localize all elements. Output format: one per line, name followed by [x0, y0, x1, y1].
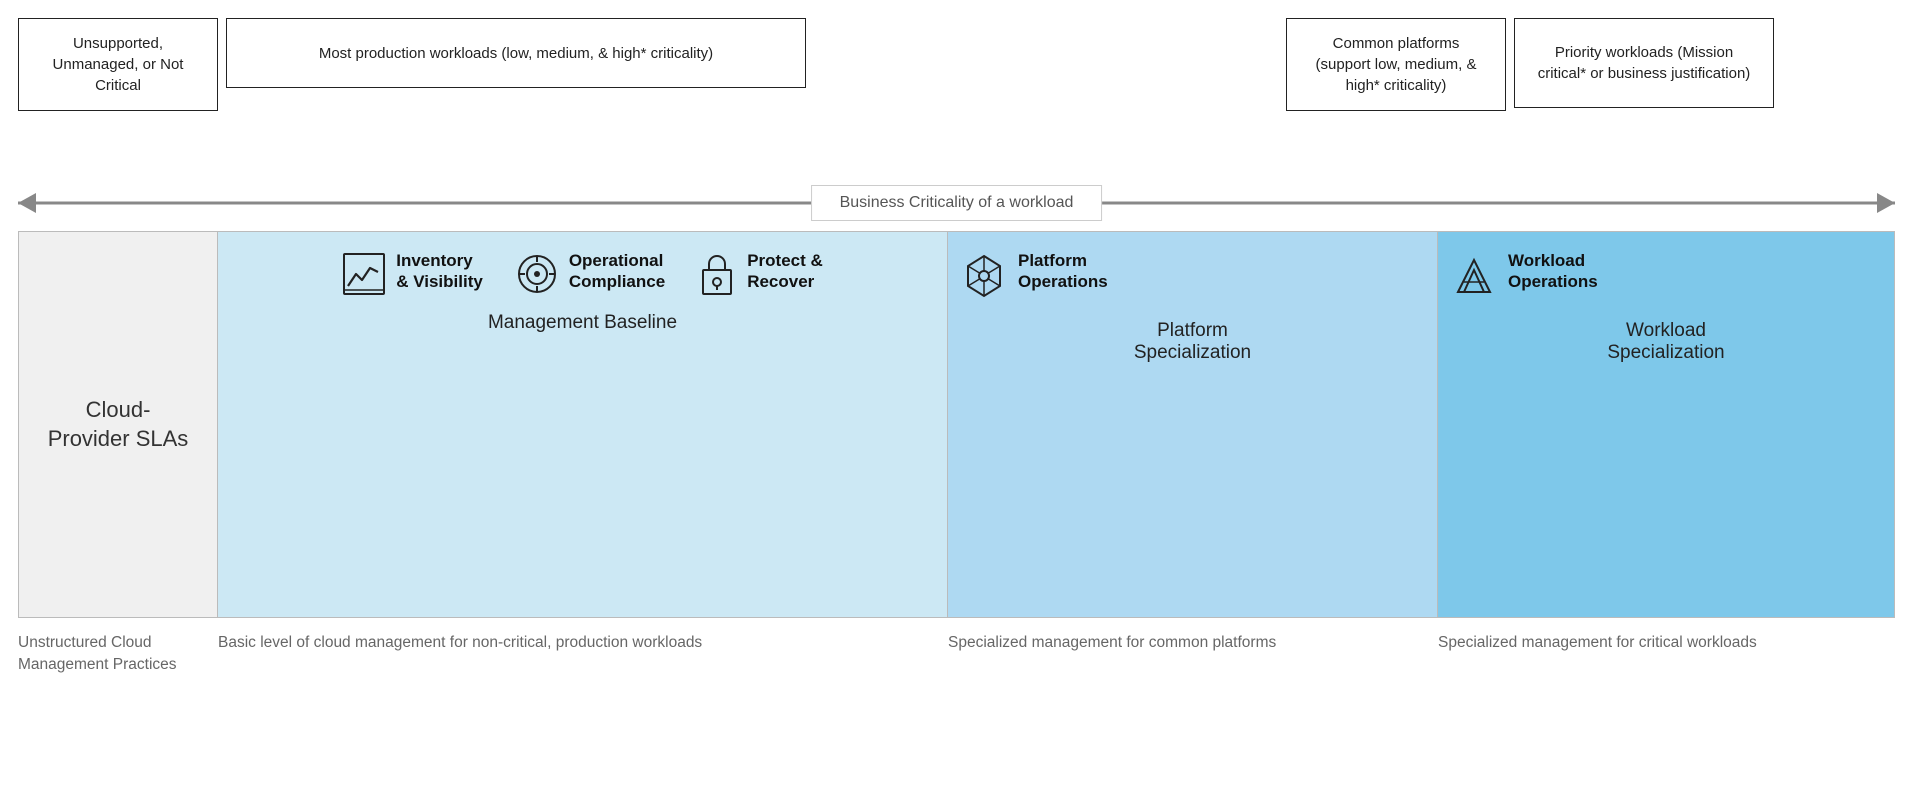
- protect-recover-label: Protect & Recover: [747, 250, 823, 293]
- protect-recover-item: Protect & Recover: [697, 250, 823, 298]
- arrow-label-box: Business Criticality of a workload: [811, 185, 1103, 221]
- main-section: Cloud- Provider SLAs Inventory & Visibil…: [0, 231, 1913, 618]
- col-platform-specialization: Platform Operations Platform Specializat…: [948, 231, 1438, 618]
- management-baseline-sublabel: Management Baseline: [488, 312, 677, 334]
- col-cloud-provider-slas: Cloud- Provider SLAs: [18, 231, 218, 618]
- top-box-production: Most production workloads (low, medium, …: [226, 18, 806, 88]
- col0-title: Cloud- Provider SLAs: [48, 396, 189, 453]
- platform-operations-label: Platform Operations: [1018, 250, 1108, 293]
- workload-operations-item: Workload Operations: [1450, 250, 1598, 300]
- top-box-common-platforms: Common platforms (support low, medium, &…: [1286, 18, 1506, 111]
- bottom-specialized-critical-text: Specialized management for critical work…: [1438, 634, 1757, 651]
- inventory-visibility-item: Inventory & Visibility: [342, 250, 483, 296]
- top-box-unsupported: Unsupported, Unmanaged, or Not Critical: [18, 18, 218, 111]
- icons-row-baseline: Inventory & Visibility Operational Compl…: [230, 250, 935, 298]
- platform-ops-title-row: Platform Operations: [960, 250, 1425, 306]
- workload-ops-title-row: Workload Operations: [1450, 250, 1882, 306]
- bottom-basic-level: Basic level of cloud management for non-…: [218, 632, 948, 793]
- operational-compliance-icon: [515, 252, 559, 296]
- workload-operations-label: Workload Operations: [1508, 250, 1598, 293]
- col-workload-specialization: Workload Operations Workload Specializat…: [1438, 231, 1895, 618]
- inventory-visibility-label: Inventory & Visibility: [396, 250, 483, 293]
- platform-operations-item: Platform Operations: [960, 250, 1108, 300]
- bottom-specialized-critical: Specialized management for critical work…: [1438, 632, 1895, 793]
- col-management-baseline: Inventory & Visibility Operational Compl…: [218, 231, 948, 618]
- protect-recover-icon: [697, 252, 737, 298]
- bottom-unstructured-text: Unstructured Cloud Management Practices: [18, 634, 177, 673]
- workload-operations-icon: [1450, 252, 1498, 300]
- top-box-unsupported-text: Unsupported, Unmanaged, or Not Critical: [37, 33, 199, 96]
- arrow-label-text: Business Criticality of a workload: [840, 194, 1074, 211]
- bottom-unstructured: Unstructured Cloud Management Practices: [18, 632, 218, 793]
- operational-compliance-label: Operational Compliance: [569, 250, 665, 293]
- bottom-section: Unstructured Cloud Management Practices …: [0, 618, 1913, 803]
- top-box-priority-workloads: Priority workloads (Mission critical* or…: [1514, 18, 1774, 108]
- arrow-right-head: [1877, 193, 1895, 213]
- bottom-specialized-platforms-text: Specialized management for common platfo…: [948, 634, 1276, 651]
- top-box-production-text: Most production workloads (low, medium, …: [319, 43, 713, 64]
- top-box-common-platforms-text: Common platforms (support low, medium, &…: [1305, 33, 1487, 96]
- top-box-priority-workloads-text: Priority workloads (Mission critical* or…: [1533, 42, 1755, 84]
- platform-specialization-sublabel: Platform Specialization: [1134, 320, 1251, 364]
- inventory-visibility-icon: [342, 252, 386, 296]
- bottom-basic-level-text: Basic level of cloud management for non-…: [218, 634, 702, 651]
- arrow-row: Business Criticality of a workload: [0, 175, 1913, 231]
- workload-specialization-sublabel: Workload Specialization: [1607, 320, 1724, 364]
- top-section: Unsupported, Unmanaged, or Not Critical …: [0, 0, 1913, 175]
- arrow-left-head: [18, 193, 36, 213]
- operational-compliance-item: Operational Compliance: [515, 250, 665, 296]
- platform-operations-icon: [960, 252, 1008, 300]
- bottom-specialized-platforms: Specialized management for common platfo…: [948, 632, 1438, 793]
- diagram-container: Unsupported, Unmanaged, or Not Critical …: [0, 0, 1913, 803]
